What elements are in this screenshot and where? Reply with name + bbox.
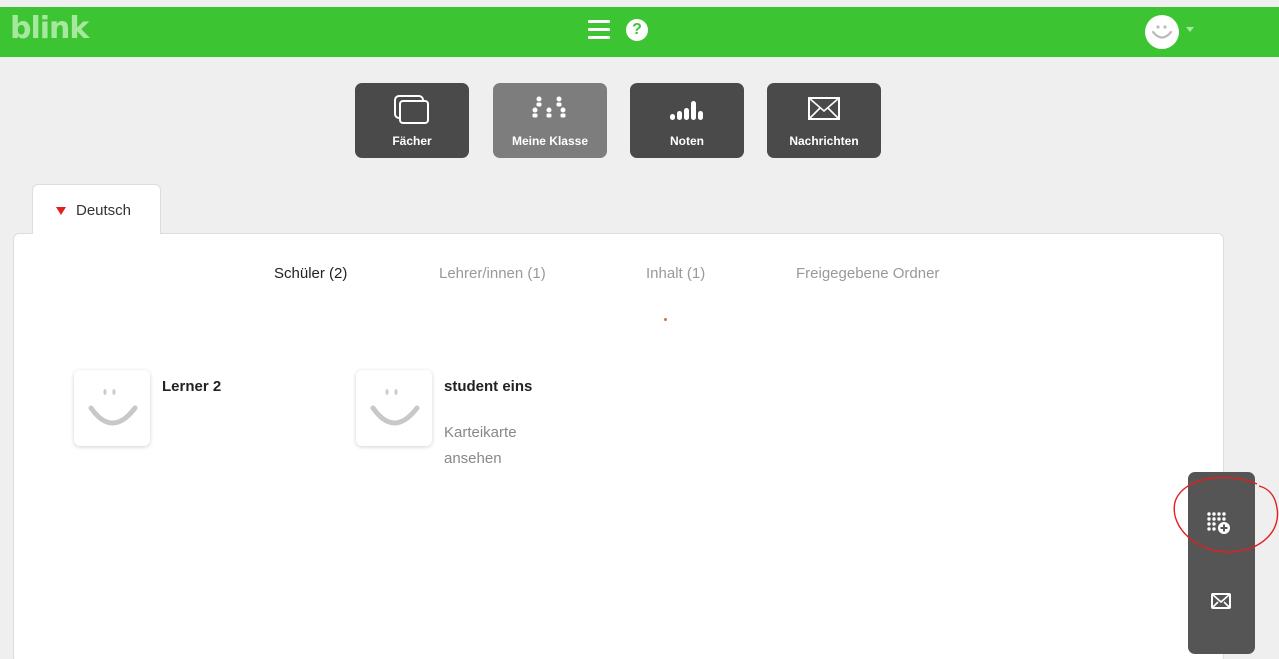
- message-button[interactable]: [1188, 572, 1255, 632]
- app-logo[interactable]: blink: [10, 11, 89, 46]
- nav-meine-klasse-button[interactable]: Meine Klasse: [493, 83, 607, 158]
- grid-add-icon: [1207, 512, 1230, 534]
- avatar[interactable]: [356, 370, 432, 446]
- class-panel: Schüler (2) Lehrer/innen (1) Inhalt (1) …: [13, 233, 1224, 659]
- caret-down-icon: [56, 207, 66, 215]
- view-flashcard-link[interactable]: Karteikarte ansehen: [444, 420, 574, 472]
- nav-label: Noten: [670, 134, 704, 148]
- subtab-lehrer[interactable]: Lehrer/innen (1): [439, 265, 546, 282]
- bar-signal-icon: [630, 93, 744, 125]
- nav-faecher-button[interactable]: Fächer: [355, 83, 469, 158]
- envelope-icon: [1211, 593, 1231, 609]
- subtab-inhalt[interactable]: Inhalt (1): [646, 265, 705, 282]
- student-name[interactable]: student eins: [444, 378, 532, 395]
- hamburger-menu-icon[interactable]: [588, 20, 610, 42]
- student-name[interactable]: Lerner 2: [162, 378, 221, 395]
- nav-nachrichten-button[interactable]: Nachrichten: [767, 83, 881, 158]
- active-indicator: [664, 318, 667, 321]
- subtab-freigegebene-ordner[interactable]: Freigegebene Ordner: [796, 265, 939, 282]
- nav-label: Meine Klasse: [511, 134, 589, 148]
- avatar[interactable]: [74, 370, 150, 446]
- smiley-avatar-icon: [370, 389, 420, 426]
- envelope-icon: [767, 93, 881, 125]
- people-group-icon: [493, 93, 607, 125]
- top-bar: blink ?: [0, 7, 1279, 57]
- side-dock: [1188, 472, 1255, 654]
- nav-noten-button[interactable]: Noten: [630, 83, 744, 158]
- smiley-avatar-icon: [1151, 25, 1173, 39]
- help-question-icon[interactable]: ?: [626, 19, 648, 41]
- chevron-down-icon[interactable]: [1186, 27, 1194, 32]
- user-avatar-button[interactable]: [1145, 15, 1179, 49]
- nav-label: Fächer: [392, 134, 432, 148]
- class-tab-label: Deutsch: [76, 202, 132, 219]
- add-widget-button[interactable]: [1188, 494, 1255, 554]
- class-tab-deutsch[interactable]: Deutsch: [32, 184, 161, 234]
- smiley-avatar-icon: [88, 389, 138, 426]
- stacked-windows-icon: [355, 93, 469, 125]
- nav-label: Nachrichten: [789, 134, 859, 148]
- subtab-schueler[interactable]: Schüler (2): [274, 265, 347, 282]
